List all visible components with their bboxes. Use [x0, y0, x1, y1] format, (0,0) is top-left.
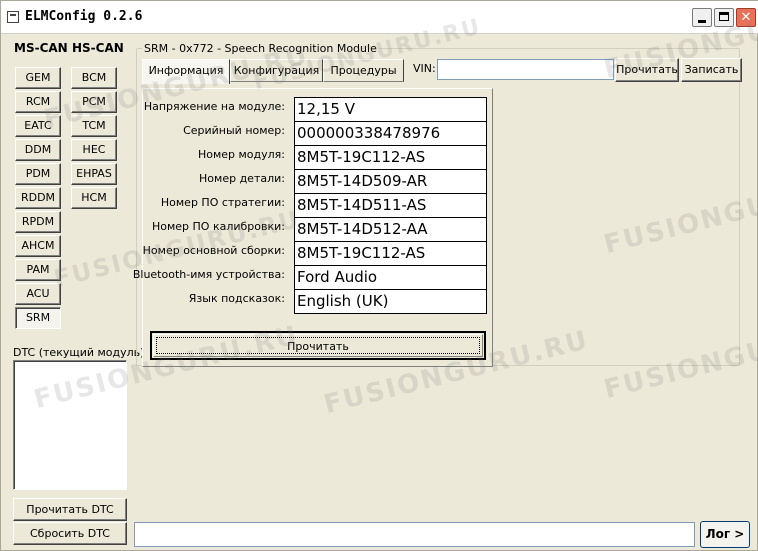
field-value: 000000338478976 — [294, 121, 487, 146]
info-read-label: Прочитать — [287, 340, 349, 353]
reset-dtc-button[interactable]: Сбросить DTC — [13, 522, 127, 545]
field-value: 8M5T-14D509-AR — [294, 169, 487, 194]
vin-read-button[interactable]: Прочитать — [615, 58, 679, 82]
window-title: ELMConfig 0.2.6 — [25, 9, 143, 24]
minimize-icon — [693, 9, 711, 26]
field-label: Bluetooth-имя устройства: — [132, 268, 285, 281]
module-button-rcm[interactable]: RCM — [15, 91, 61, 113]
field-label: Номер ПО стратегии: — [160, 196, 285, 209]
module-button-tcm[interactable]: TCM — [71, 115, 117, 137]
field-value: Ford Audio — [294, 265, 487, 290]
module-button-pam[interactable]: PAM — [15, 259, 61, 281]
module-button-acu[interactable]: ACU — [15, 283, 61, 305]
field-value: 12,15 V — [294, 97, 487, 122]
field-label: Номер модуля: — [197, 148, 285, 161]
field-label: Номер основной сборки: — [142, 244, 285, 257]
module-button-rddm[interactable]: RDDM — [15, 187, 61, 209]
field-value: 8M5T-14D512-AA — [294, 217, 487, 242]
vin-input[interactable] — [437, 59, 614, 80]
module-button-hcm[interactable]: HCM — [71, 187, 117, 209]
module-button-ahcm[interactable]: AHCM — [15, 235, 61, 257]
log-input[interactable] — [134, 522, 695, 547]
hs-can-heading: HS-CAN — [72, 41, 124, 55]
module-button-pcm[interactable]: PCM — [71, 91, 117, 113]
minimize-button[interactable] — [692, 8, 712, 27]
field-value: 8M5T-14D511-AS — [294, 193, 487, 218]
close-button[interactable]: ✕ — [736, 8, 756, 27]
tab-info[interactable]: Информация — [142, 59, 230, 84]
maximize-button[interactable] — [714, 8, 734, 27]
app-window: ELMConfig 0.2.6 ✕ MS-CAN HS-CAN GEM RCM EA… — [0, 0, 758, 551]
info-read-button[interactable]: Прочитать — [150, 331, 486, 360]
module-button-ehpas[interactable]: EHPAS — [71, 163, 117, 185]
field-label: Номер ПО калибровки: — [151, 220, 285, 233]
field-value: 8M5T-19C112-AS — [294, 241, 487, 266]
tab-procedures[interactable]: Процедуры — [323, 59, 404, 82]
vin-label: VIN: — [413, 62, 436, 75]
field-value: English (UK) — [294, 289, 487, 314]
read-dtc-button[interactable]: Прочитать DTC — [13, 498, 127, 521]
close-icon: ✕ — [740, 10, 752, 25]
title-bar[interactable]: ELMConfig 0.2.6 ✕ — [1, 1, 758, 34]
app-icon — [7, 11, 19, 23]
dtc-list[interactable] — [13, 360, 127, 490]
ms-can-heading: MS-CAN — [14, 41, 68, 55]
module-button-hec[interactable]: HEC — [71, 139, 117, 161]
field-label: Номер детали: — [199, 172, 285, 185]
vin-write-button[interactable]: Записать — [681, 58, 742, 82]
module-button-gem[interactable]: GEM — [15, 67, 61, 89]
field-label: Язык подсказок: — [188, 292, 285, 305]
module-button-pdm[interactable]: PDM — [15, 163, 61, 185]
module-button-bcm[interactable]: BCM — [71, 67, 117, 89]
field-label: Напряжение на модуле: — [143, 100, 285, 113]
module-button-ddm[interactable]: DDM — [15, 139, 61, 161]
maximize-icon — [715, 9, 733, 26]
tab-configuration[interactable]: Конфигурация — [230, 59, 323, 82]
field-value: 8M5T-19C112-AS — [294, 145, 487, 170]
dtc-label: DTC (текущий модуль): — [13, 346, 149, 359]
module-button-rpdm[interactable]: RPDM — [15, 211, 61, 233]
log-button[interactable]: Лог > — [700, 521, 750, 548]
module-title: SRM - 0x772 - Speech Recognition Module — [142, 42, 379, 55]
field-label: Серийный номер: — [183, 124, 285, 137]
module-button-srm[interactable]: SRM — [15, 307, 61, 329]
module-button-eatc[interactable]: EATC — [15, 115, 61, 137]
